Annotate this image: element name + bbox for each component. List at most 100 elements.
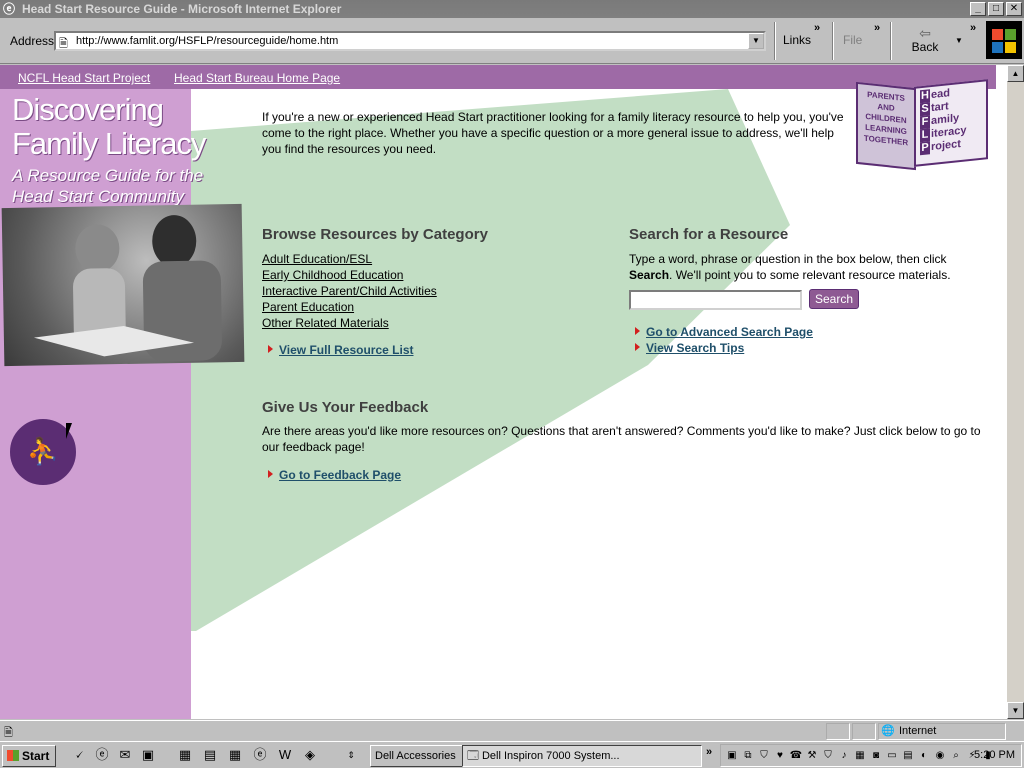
task-dell-inspiron[interactable]: 🗔 Dell Inspiron 7000 System... bbox=[462, 745, 702, 767]
web-page: NCFL Head Start Project Head Start Burea… bbox=[0, 65, 1006, 719]
zone-label: Internet bbox=[899, 725, 937, 737]
scroll-up-button[interactable]: ▲ bbox=[1007, 65, 1024, 82]
category-parent-child-activities-link[interactable]: Interactive Parent/Child Activities bbox=[262, 283, 437, 299]
tray-display-icon[interactable]: ▭ bbox=[885, 749, 899, 763]
quicklaunch-channels-icon[interactable]: ▣ bbox=[139, 746, 157, 764]
quicklaunch-scroll-icon[interactable]: ⇕ bbox=[342, 746, 360, 764]
search-tips-link[interactable]: View Search Tips bbox=[635, 341, 744, 355]
window-title: Head Start Resource Guide - Microsoft In… bbox=[22, 2, 342, 16]
tray-antivirus-icon[interactable]: ◉ bbox=[933, 749, 947, 763]
tray-task-icon[interactable]: ▦ bbox=[853, 749, 867, 763]
tray-tools-icon[interactable]: ⚒ bbox=[805, 749, 819, 763]
address-url[interactable]: http://www.famlit.org/HSFLP/resourceguid… bbox=[76, 35, 338, 47]
toolbar-separator bbox=[774, 22, 776, 60]
system-tray: ▣ ⧉ ⛉ ♥ ☎ ⚒ ⛉ ♪ ▦ ◙ ▭ ▤ ◐ ◉ ⌕ ⚡ ▮ 5:20 P… bbox=[720, 744, 1022, 767]
quicklaunch-app2-icon[interactable]: ▤ bbox=[201, 746, 219, 764]
start-button[interactable]: Start bbox=[2, 745, 56, 767]
browse-heading: Browse Resources by Category bbox=[262, 226, 488, 243]
minimize-button[interactable]: _ bbox=[970, 2, 986, 16]
red-arrow-icon bbox=[268, 470, 273, 478]
mother-child-reading-photo bbox=[1, 203, 245, 367]
task-app-icon: 🗔 bbox=[467, 750, 482, 762]
toolbar-separator bbox=[890, 22, 892, 60]
hsflp-logo: PARENTS AND CHILDREN LEARNING TOGETHER H… bbox=[856, 77, 992, 173]
zone-pane: 🌐 Internet bbox=[878, 723, 1006, 740]
search-input[interactable] bbox=[629, 290, 802, 310]
address-dropdown-button[interactable]: ▼ bbox=[748, 33, 764, 49]
windows-logo-icon bbox=[986, 21, 1022, 59]
back-arrow-icon: ⇦ bbox=[919, 25, 931, 41]
ncfl-head-start-link[interactable]: NCFL Head Start Project bbox=[18, 71, 150, 85]
banner-title: Discovering Family Literacy bbox=[12, 93, 206, 161]
toolbar-separator bbox=[832, 22, 834, 60]
tray-heart-icon[interactable]: ♥ bbox=[773, 749, 787, 763]
quicklaunch-desktop-icon[interactable]: 🗸 bbox=[70, 746, 88, 764]
windows-flag-icon bbox=[7, 750, 19, 761]
back-dropdown-icon[interactable]: ▼ bbox=[955, 36, 963, 45]
mouse-cursor-icon bbox=[66, 423, 78, 439]
red-arrow-icon bbox=[635, 343, 640, 351]
file-menu[interactable]: File bbox=[843, 33, 862, 47]
links-button[interactable]: Links bbox=[783, 33, 811, 47]
status-pane bbox=[852, 723, 876, 740]
tray-search-icon[interactable]: ⌕ bbox=[949, 749, 963, 763]
quicklaunch-app4-icon[interactable]: ⓔ bbox=[251, 746, 269, 764]
feedback-page-link[interactable]: Go to Feedback Page bbox=[268, 468, 401, 482]
address-label: Address bbox=[10, 34, 55, 48]
search-description: Type a word, phrase or question in the b… bbox=[629, 252, 951, 282]
category-parent-education-link[interactable]: Parent Education bbox=[262, 299, 437, 315]
banner-subtitle-line1: A Resource Guide for the bbox=[12, 166, 204, 185]
banner-title-line2: Family Literacy bbox=[12, 126, 206, 161]
ie-window-icon[interactable]: ⓔ bbox=[3, 2, 17, 16]
advanced-search-link[interactable]: Go to Advanced Search Page bbox=[635, 325, 813, 339]
quicklaunch-word-icon[interactable]: W bbox=[276, 746, 294, 764]
tray-volume-icon[interactable]: ♪ bbox=[837, 749, 851, 763]
red-arrow-icon bbox=[268, 345, 273, 353]
category-adult-education-link[interactable]: Adult Education/ESL bbox=[262, 251, 437, 267]
scroll-down-button[interactable]: ▼ bbox=[1007, 702, 1024, 719]
quicklaunch-outlook-icon[interactable]: ✉ bbox=[116, 746, 134, 764]
maximize-button[interactable]: □ bbox=[988, 2, 1004, 16]
category-other-materials-link[interactable]: Other Related Materials bbox=[262, 315, 437, 331]
search-heading: Search for a Resource bbox=[629, 226, 789, 243]
tray-shield2-icon[interactable]: ⛉ bbox=[821, 749, 835, 763]
close-button[interactable]: ✕ bbox=[1006, 2, 1022, 16]
task-dell-accessories[interactable]: Dell Accessories bbox=[370, 745, 466, 767]
status-pane bbox=[826, 723, 850, 740]
banner-subtitle: A Resource Guide for the Head Start Comm… bbox=[12, 165, 203, 207]
taskbar-clock[interactable]: 5:20 PM bbox=[974, 749, 1015, 761]
feedback-text: Are there areas you'd like more resource… bbox=[262, 424, 981, 454]
logo-tagline: PARENTS AND CHILDREN LEARNING TOGETHER bbox=[856, 81, 916, 171]
links-chevron-icon[interactable]: » bbox=[814, 22, 820, 34]
head-start-bureau-link[interactable]: Head Start Bureau Home Page bbox=[174, 71, 340, 85]
back-button[interactable]: ⇦ Back bbox=[905, 26, 945, 54]
back-label: Back bbox=[911, 40, 939, 54]
tray-shield-icon[interactable]: ⛉ bbox=[757, 749, 771, 763]
address-bar[interactable]: 🗎 http://www.famlit.org/HSFLP/resourcegu… bbox=[54, 31, 766, 51]
view-full-resource-list-link[interactable]: View Full Resource List bbox=[268, 343, 413, 357]
menu-chevron-icon[interactable]: » bbox=[874, 22, 880, 34]
quicklaunch-app5-icon[interactable]: ◈ bbox=[301, 746, 319, 764]
browser-toolbar: Address 🗎 http://www.famlit.org/HSFLP/re… bbox=[0, 18, 1024, 64]
category-early-childhood-link[interactable]: Early Childhood Education bbox=[262, 267, 437, 283]
search-button[interactable]: Search bbox=[809, 289, 859, 309]
intro-text: If you're a new or experienced Head Star… bbox=[262, 110, 844, 156]
toolbar-chevron-icon[interactable]: » bbox=[970, 22, 976, 34]
status-bar: 🗎 🌐 Internet bbox=[0, 720, 1024, 741]
tray-disk-icon[interactable]: ◙ bbox=[869, 749, 883, 763]
banner-subtitle-line2: Head Start Community bbox=[12, 187, 184, 206]
tray-pc-card-icon[interactable]: ▤ bbox=[901, 749, 915, 763]
quicklaunch-app3-icon[interactable]: ▦ bbox=[226, 746, 244, 764]
window-title-bar[interactable]: ⓔ Head Start Resource Guide - Microsoft … bbox=[0, 0, 1024, 18]
tray-acrobat-icon[interactable]: ◐ bbox=[917, 749, 931, 763]
taskbar: Start 🗸 ⓔ ✉ ▣ ▦ ▤ ▦ ⓔ W ◈ ⇕ Dell Accesso… bbox=[0, 741, 1024, 768]
category-list: Adult Education/ESL Early Childhood Educ… bbox=[262, 251, 437, 331]
quicklaunch-app1-icon[interactable]: ▦ bbox=[176, 746, 194, 764]
quicklaunch-ie-icon[interactable]: ⓔ bbox=[93, 746, 111, 764]
vertical-scrollbar[interactable]: ▲ ▼ bbox=[1006, 65, 1024, 719]
tray-network-icon[interactable]: ⧉ bbox=[741, 749, 755, 763]
red-arrow-icon bbox=[635, 327, 640, 335]
tray-monitor-icon[interactable]: ▣ bbox=[725, 749, 739, 763]
tray-phone-icon[interactable]: ☎ bbox=[789, 749, 803, 763]
taskbar-chevron-icon[interactable]: » bbox=[706, 746, 712, 758]
